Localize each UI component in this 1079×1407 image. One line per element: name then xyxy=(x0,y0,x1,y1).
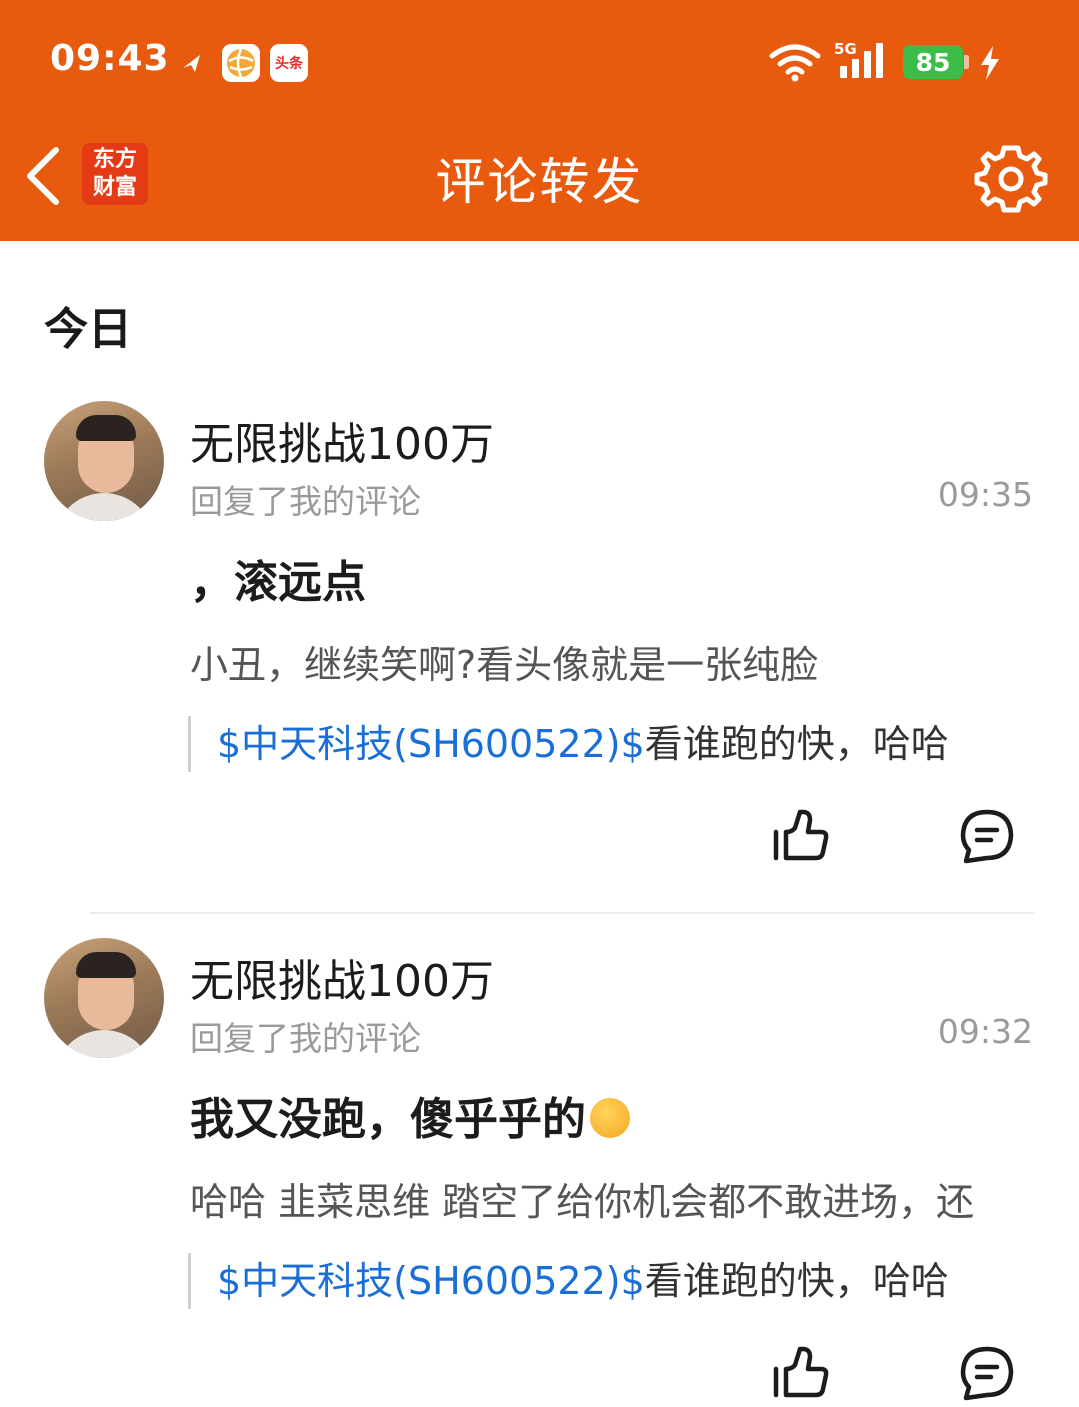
toutiao-icon: 头条 xyxy=(270,44,308,82)
gear-icon xyxy=(974,145,1048,213)
thumbs-up-icon xyxy=(773,809,829,861)
charging-bolt-icon xyxy=(978,44,1002,86)
avatar[interactable] xyxy=(44,401,164,521)
quoted-post[interactable]: $中天科技(SH600522)$看谁跑的快，哈哈 xyxy=(188,1253,1018,1309)
ball-app-icon xyxy=(222,44,260,82)
feishu-icon xyxy=(174,44,212,82)
section-label-today: 今日 xyxy=(44,304,132,355)
quoted-text: 看谁跑的快，哈哈 xyxy=(644,1259,949,1303)
avatar[interactable] xyxy=(44,938,164,1058)
stock-link[interactable]: $中天科技(SH600522)$ xyxy=(217,1259,645,1303)
thumbs-up-icon xyxy=(773,1346,829,1398)
reply-text-content: 我又没跑，傻乎乎的 xyxy=(190,1094,586,1145)
comment-bubble-icon xyxy=(960,809,1014,864)
sweat-smile-emoji xyxy=(590,1098,630,1138)
original-comment: 哈哈 韭菜思维 踏空了给你机会都不敢进场，还 xyxy=(190,1180,975,1224)
comment-button[interactable] xyxy=(958,806,1016,870)
quoted-text: 看谁跑的快，哈哈 xyxy=(644,722,949,766)
like-button[interactable] xyxy=(770,1343,830,1407)
divider xyxy=(90,912,1035,914)
user-name[interactable]: 无限挑战100万 xyxy=(190,945,494,1009)
status-time: 09:43 xyxy=(50,38,170,79)
network-type: 5G xyxy=(834,40,857,58)
timestamp: 09:35 xyxy=(937,475,1033,514)
battery-cap xyxy=(964,55,969,69)
action-text: 回复了我的评论 xyxy=(190,1019,421,1058)
quoted-post[interactable]: $中天科技(SH600522)$看谁跑的快，哈哈 xyxy=(188,716,1018,772)
reply-text: 我又没跑，傻乎乎的 xyxy=(190,1083,630,1147)
action-text: 回复了我的评论 xyxy=(190,482,421,521)
header-bar: 09:43 头条 5G 85 东方 财富 评论转发 xyxy=(0,0,1079,241)
stock-link[interactable]: $中天科技(SH600522)$ xyxy=(217,722,645,766)
user-name[interactable]: 无限挑战100万 xyxy=(190,408,494,472)
like-button[interactable] xyxy=(770,806,830,870)
cellular-signal-icon: 5G xyxy=(834,40,890,86)
timestamp: 09:32 xyxy=(937,1012,1033,1051)
battery-level: 85 xyxy=(903,45,963,79)
wifi-icon xyxy=(768,42,822,86)
comment-button[interactable] xyxy=(958,1343,1016,1407)
settings-button[interactable] xyxy=(974,142,1048,220)
page-title: 评论转发 xyxy=(435,153,644,211)
reply-text: ，滚远点 xyxy=(190,557,366,608)
original-comment: 小丑，继续笑啊?看头像就是一张纯脸 xyxy=(190,643,819,687)
comment-bubble-icon xyxy=(960,1346,1014,1401)
